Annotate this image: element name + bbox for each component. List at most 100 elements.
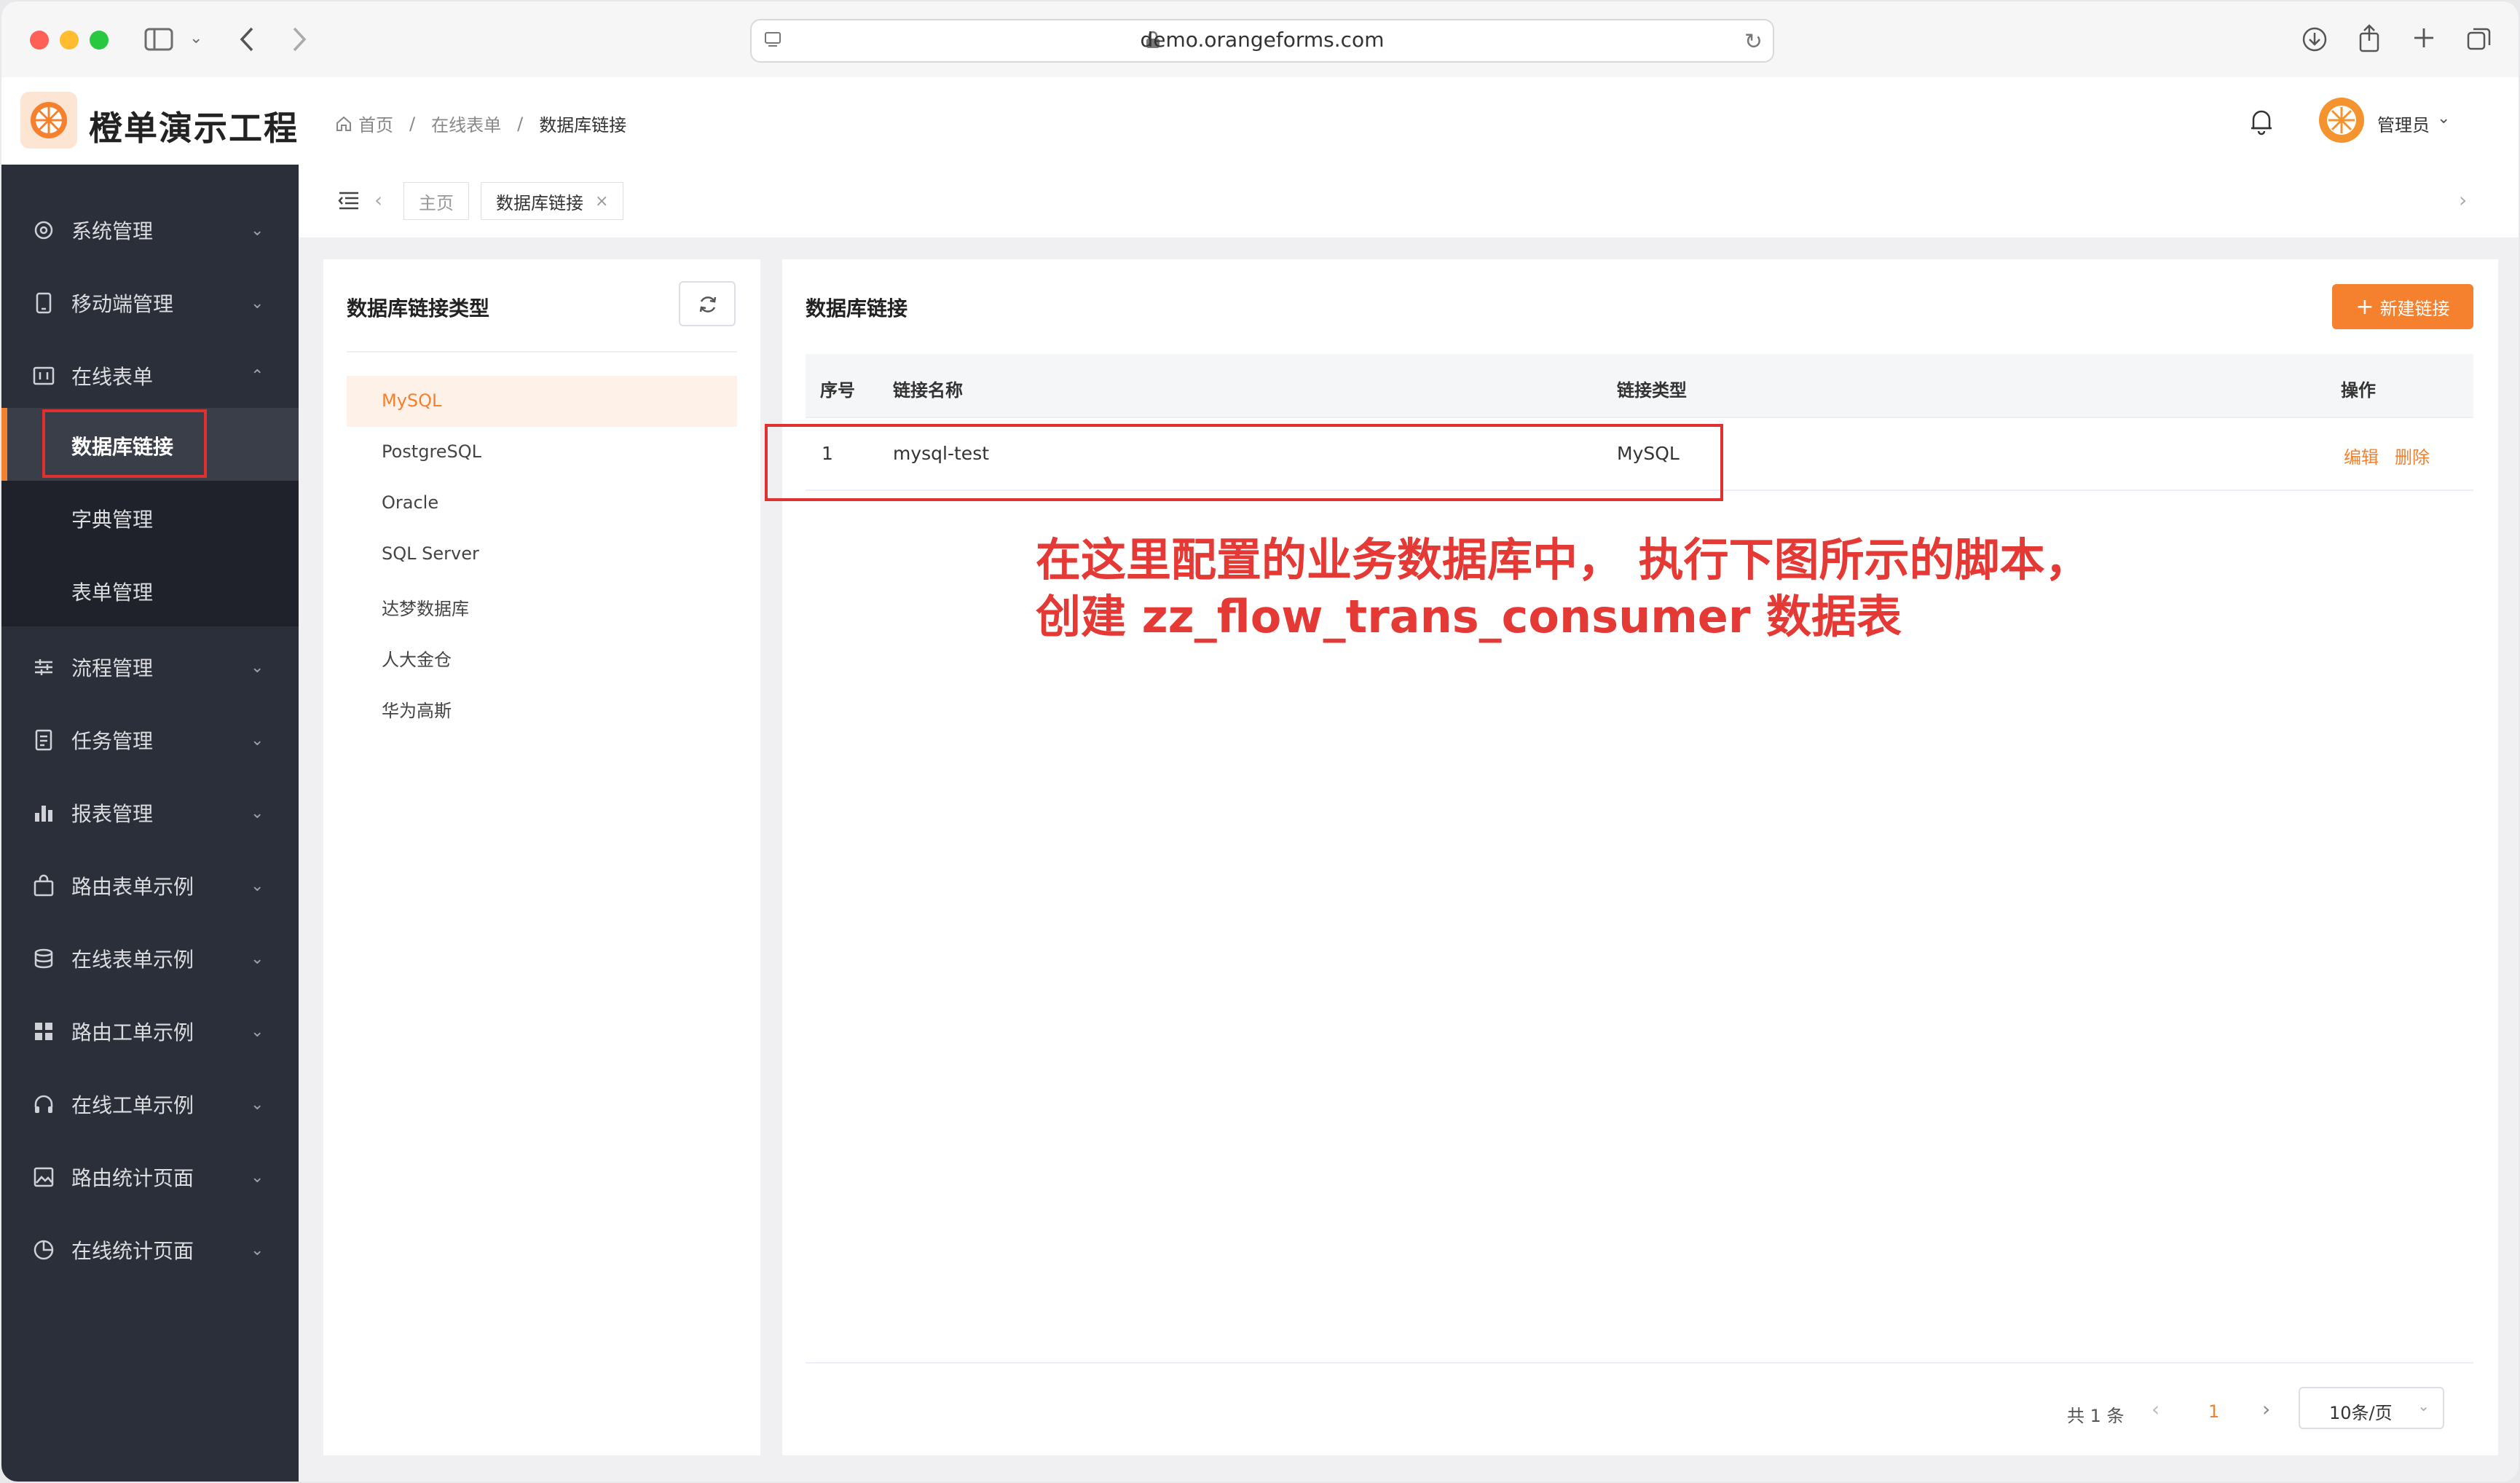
annotation-line: 在这里配置的业务数据库中， 执行下图所示的脚本， [1036,533,2090,586]
db-type-item[interactable]: 华为高斯 [347,682,737,733]
sidebar-item-online-ticket[interactable]: 在线工单示例 ⌄ [1,1068,299,1141]
sidebar-item-route-ticket[interactable]: 路由工单示例 ⌄ [1,995,299,1068]
chevron-down-icon: ⌄ [2417,1397,2430,1415]
breadcrumb-home[interactable]: 首页 [358,111,393,136]
sidebar-item-label: 在线表单 [71,365,154,389]
close-icon[interactable]: × [595,192,608,211]
sidebar-item-label: 任务管理 [71,729,154,753]
chevron-down-icon[interactable]: ⌄ [189,26,202,51]
annotation-text: 在这里配置的业务数据库中， 执行下图所示的脚本， 创建 zz_flow_tran… [1036,532,2090,645]
pagination-total: 共 1 条 [2067,1406,2125,1426]
db-type-panel: 数据库链接类型 MySQL PostgreSQL Oracle SQL Serv… [323,259,760,1455]
app-header: 橙单演示工程 首页 / 在线表单 / 数据库链接 管理员 ⌄ [1,77,2519,165]
sidebar-subitem-dict[interactable]: 字典管理 [1,481,299,554]
breadcrumb-online-form[interactable]: 在线表单 [431,111,501,136]
download-icon[interactable] [2302,26,2328,52]
panel-title: 数据库链接 [806,296,908,320]
tab-db-link[interactable]: 数据库链接 × [481,182,624,220]
grid-icon [35,1023,52,1040]
sidebar-item-online-form-demo[interactable]: 在线表单示例 ⌄ [1,922,299,995]
orange-logo [20,92,77,149]
bell-icon[interactable] [2249,108,2274,135]
back-icon[interactable] [239,26,255,52]
new-link-label: 新建链接 [2379,298,2450,319]
sidebar-item-system[interactable]: 系统管理 ⌄ [1,194,299,267]
new-tab-icon[interactable] [2412,26,2436,50]
tabs-scroll-right-icon[interactable]: › [2459,188,2467,212]
sidebar-item-flow[interactable]: 流程管理 ⌄ [1,631,299,704]
sidebar-toggle-icon[interactable] [144,28,173,51]
sidebar-item-label: 移动端管理 [71,292,174,316]
tab-overview-icon[interactable] [2466,26,2492,52]
sidebar-subitem-db-link[interactable]: 数据库链接 [1,408,299,481]
pie-icon [34,1240,54,1260]
address-bar[interactable]: demo.orangeforms.com ↻ [750,19,1774,63]
sidebar-item-task[interactable]: 任务管理 ⌄ [1,704,299,776]
sidebar-item-mobile[interactable]: 移动端管理 ⌄ [1,267,299,339]
forward-icon[interactable] [291,26,307,52]
user-name[interactable]: 管理员 [2377,111,2430,136]
tab-label: 数据库链接 [496,192,583,213]
breadcrumb-separator: / [517,113,524,134]
chevron-down-icon: ⌄ [251,876,264,895]
column-header-type: 链接类型 [1617,380,1687,401]
page-size-select[interactable]: 10条/页 ⌄ [2299,1387,2444,1429]
bag-icon [34,874,54,897]
sidebar-item-online-form[interactable]: 在线表单 ⌃ [1,339,299,412]
new-link-button[interactable]: + 新建链接 [2332,284,2473,329]
db-type-item[interactable]: Oracle [347,478,737,529]
page-size-value: 10条/页 [2329,1403,2393,1423]
edit-link[interactable]: 编辑 [2344,443,2379,468]
reload-icon[interactable]: ↻ [1744,29,1763,55]
zoom-window-button[interactable] [90,31,109,50]
column-header-name: 链接名称 [893,380,963,401]
db-type-item[interactable]: 达梦数据库 [347,580,737,631]
pagination-current[interactable]: 1 [2208,1401,2219,1422]
sidebar-item-label: 系统管理 [71,219,154,243]
chevron-down-icon: ⌄ [251,1168,264,1187]
delete-link[interactable]: 删除 [2395,443,2430,468]
sidebar-item-label: 路由表单示例 [71,875,194,899]
column-header-index: 序号 [820,380,855,401]
sidebar: 系统管理 ⌄ 移动端管理 ⌄ 在线表单 ⌃ 数据库链接 字典管理 表单管理 流程… [1,165,299,1482]
tab-home[interactable]: 主页 [403,182,469,220]
sidebar-item-label: 在线统计页面 [71,1239,194,1263]
tabs-scroll-left-icon[interactable]: ‹ [374,188,382,212]
avatar[interactable] [2319,98,2364,143]
collapse-menu-icon[interactable] [338,191,360,211]
chevron-down-icon: ⌄ [251,294,264,312]
sidebar-item-label: 流程管理 [71,656,154,680]
chevron-down-icon[interactable]: ⌄ [2437,109,2450,127]
sidebar-subitem-form-manage[interactable]: 表单管理 [1,554,299,626]
db-type-label: 华为高斯 [382,701,452,721]
next-page-icon[interactable]: › [2262,1397,2270,1421]
db-type-item[interactable]: MySQL [347,376,737,427]
url-text: demo.orangeforms.com [1140,28,1385,52]
sidebar-item-report[interactable]: 报表管理 ⌄ [1,776,299,849]
db-type-label: 达梦数据库 [382,599,469,619]
share-icon[interactable] [2357,23,2382,52]
sidebar-item-route-stats[interactable]: 路由统计页面 ⌄ [1,1141,299,1213]
prev-page-icon[interactable]: ‹ [2151,1397,2159,1421]
task-icon [35,729,52,751]
divider [806,1362,2473,1364]
online-form-submenu: 数据库链接 字典管理 表单管理 [1,408,299,626]
refresh-icon [699,296,717,312]
browser-window: ⌄ demo.orangeforms.com ↻ 橙单演示工程 首页 / 在线表… [1,1,2519,1482]
sidebar-item-label: 报表管理 [71,802,154,826]
breadcrumb-current: 数据库链接 [539,115,627,135]
close-window-button[interactable] [30,31,49,50]
db-type-item[interactable]: 人大金仓 [347,631,737,682]
db-type-item[interactable]: PostgreSQL [347,427,737,478]
minimize-window-button[interactable] [60,31,79,50]
sidebar-item-route-form[interactable]: 路由表单示例 ⌄ [1,849,299,922]
sidebar-item-label: 在线表单示例 [71,948,194,972]
highlight-box [42,409,207,478]
image-icon [34,1167,54,1187]
app-title: 橙单演示工程 [89,109,299,148]
sidebar-item-online-stats[interactable]: 在线统计页面 ⌄ [1,1213,299,1286]
db-type-item[interactable]: SQL Server [347,529,737,580]
sidebar-item-label: 路由工单示例 [71,1020,194,1045]
refresh-button[interactable] [679,281,736,326]
home-icon [336,116,351,131]
